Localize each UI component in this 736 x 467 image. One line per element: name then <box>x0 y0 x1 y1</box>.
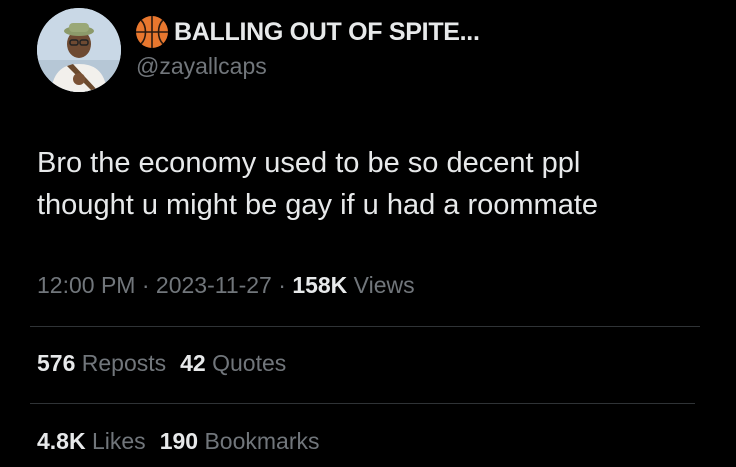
bookmarks-count: 190 <box>159 428 199 454</box>
tweet-text: Bro the economy used to be so decent ppl… <box>37 142 717 226</box>
tweet-date[interactable]: 2023-11-27 <box>156 272 272 298</box>
bookmarks-label: Bookmarks <box>198 428 320 454</box>
avatar-image <box>37 8 121 92</box>
views-count: 158K <box>292 272 348 298</box>
views-label: Views <box>347 272 415 298</box>
quotes-link[interactable]: 42 Quotes <box>180 350 286 376</box>
author-block: BALLING OUT OF SPITE... @zayallcaps <box>134 15 480 80</box>
tweet-meta: 12:00 PM · 2023-11-27 · 158K Views <box>37 272 415 299</box>
user-handle[interactable]: @zayallcaps <box>136 53 480 80</box>
engagement-row: 4.8K Likes 190 Bookmarks <box>37 428 320 455</box>
likes-link[interactable]: 4.8K Likes <box>37 428 146 454</box>
quotes-count: 42 <box>180 350 206 376</box>
engagement-row: 576 Reposts 42 Quotes <box>37 350 286 377</box>
avatar[interactable] <box>37 8 121 92</box>
tweet-text-line: Bro the economy used to be so decent ppl <box>37 147 581 179</box>
divider <box>30 326 700 327</box>
likes-label: Likes <box>85 428 146 454</box>
tweet-time[interactable]: 12:00 PM <box>37 272 135 298</box>
bookmarks-link[interactable]: 190 Bookmarks <box>160 428 320 454</box>
divider <box>30 403 695 404</box>
tweet-text-line: thought u might be gay if u had a roomma… <box>37 189 599 221</box>
meta-separator: · <box>271 272 293 298</box>
basketball-icon <box>134 14 170 50</box>
quotes-label: Quotes <box>205 350 287 376</box>
display-name[interactable]: BALLING OUT OF SPITE... <box>174 18 480 47</box>
meta-separator: · <box>135 272 156 298</box>
reposts-link[interactable]: 576 Reposts <box>37 350 166 376</box>
tweet-card: BALLING OUT OF SPITE... @zayallcaps Bro … <box>0 0 736 467</box>
reposts-count: 576 <box>37 350 76 376</box>
reposts-label: Reposts <box>75 350 167 376</box>
name-row[interactable]: BALLING OUT OF SPITE... <box>134 15 480 49</box>
likes-count: 4.8K <box>37 428 86 454</box>
